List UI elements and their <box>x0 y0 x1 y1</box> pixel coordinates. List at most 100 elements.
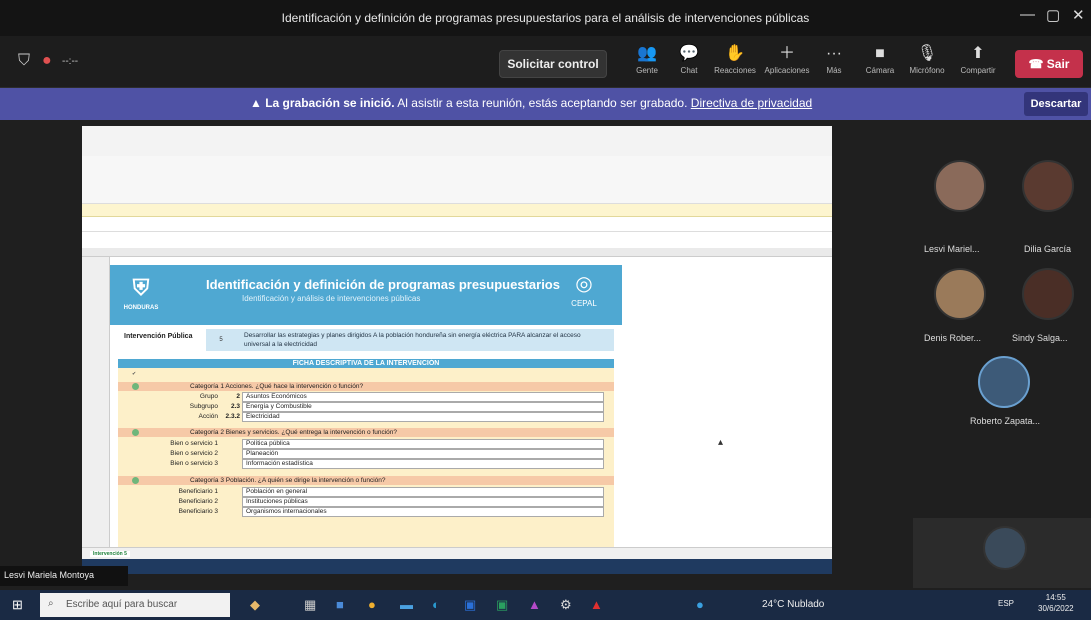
browser-icon[interactable]: ● <box>696 597 704 612</box>
request-control-button[interactable]: Solicitar control <box>499 50 607 78</box>
avatar[interactable] <box>934 268 986 320</box>
worksheet: ⛨ HONDURAS Identificación y definición d… <box>82 257 832 548</box>
recording-text: Al asistir a esta reunión, estás aceptan… <box>394 96 691 110</box>
avatar[interactable] <box>1022 160 1074 212</box>
shared-screen: ⛨ HONDURAS Identificación y definición d… <box>82 126 832 574</box>
leave-button[interactable]: ☎ Sair <box>1015 50 1083 78</box>
row-value[interactable]: Política pública <box>242 439 604 449</box>
intervention-row: Intervención Pública 5 Desarrollar las e… <box>118 329 614 351</box>
intervention-number[interactable]: 5 <box>206 329 236 351</box>
windows-start-icon[interactable]: ⊞ <box>12 597 23 613</box>
taskbar-search[interactable]: ⌕ Escribe aquí para buscar <box>40 593 230 617</box>
camera-label: Cámara <box>865 66 895 75</box>
recording-banner: ▲ La grabación se inició. Al asistir a e… <box>0 88 1091 120</box>
widget-icon[interactable]: ◆ <box>250 597 260 613</box>
privacy-link[interactable]: Directiva de privacidad <box>691 96 812 110</box>
category-dot-icon <box>132 383 139 390</box>
people-button[interactable]: 👥 Gente <box>630 44 664 75</box>
apps-label: Aplicaciones <box>764 66 810 75</box>
meeting-toolbar: ⛉ ● --:-- Solicitar control 👥 Gente 💬 Ch… <box>0 36 1091 88</box>
avatar[interactable] <box>978 356 1030 408</box>
intervention-text[interactable]: Desarrollar las estrategias y planes dir… <box>236 329 614 351</box>
edge-icon[interactable]: ◐ <box>432 597 440 612</box>
cat1-row: Acción 2.3.2 Electricidad <box>118 412 614 422</box>
warning-icon: ▲ <box>250 96 266 110</box>
share-label: Compartir <box>960 66 996 75</box>
camera-button[interactable]: ■ Cámara <box>864 44 896 75</box>
recording-message: ▲ La grabación se inició. Al asistir a e… <box>250 96 812 110</box>
row-value[interactable]: Electricidad <box>242 412 604 422</box>
reactions-icon: ✋ <box>725 45 745 62</box>
chrome-icon[interactable]: ● <box>368 597 376 612</box>
chat-button[interactable]: 💬 Chat <box>674 44 704 75</box>
row-value[interactable]: Información estadística <box>242 459 604 469</box>
excel-warning-bar <box>82 204 832 217</box>
coat-of-arms-icon: ⛨ <box>132 275 150 300</box>
chat-label: Chat <box>680 66 698 75</box>
row-label: Bien o servicio 2 <box>170 450 218 457</box>
share-button[interactable]: ⬆ Compartir <box>956 44 1000 75</box>
restore-icon[interactable]: ▢ <box>1046 6 1060 24</box>
minimize-icon[interactable]: — <box>1020 6 1035 23</box>
row-value[interactable]: Población en general <box>242 487 604 497</box>
acrobat-icon[interactable]: ▲ <box>590 597 603 612</box>
app-icon[interactable]: ▲ <box>528 597 541 612</box>
more-button[interactable]: ··· Más <box>822 44 846 75</box>
excel-icon[interactable]: ▣ <box>496 597 508 613</box>
excel-titlebar <box>82 126 832 142</box>
windows-taskbar: ⊞ ⌕ Escribe aquí para buscar ◆ ▦ ■ ● ▬ ◐… <box>0 590 1091 620</box>
recording-icon: ● <box>42 52 52 69</box>
word-icon[interactable]: ▣ <box>464 597 476 613</box>
participant-name: Roberto Zapata... <box>970 416 1041 426</box>
cat2-row: Bien o servicio 1 Política pública <box>118 439 614 449</box>
shield-icon: ⛉ <box>18 52 31 69</box>
close-icon[interactable]: ✕ <box>1072 6 1085 24</box>
reactions-label: Reacciones <box>714 66 756 75</box>
avatar[interactable] <box>934 160 986 212</box>
mic-icon: 🎙 <box>916 45 938 62</box>
explorer-icon[interactable]: ▬ <box>400 597 413 612</box>
language-indicator[interactable]: ESP <box>998 599 1014 608</box>
cepal-label: CEPAL <box>571 299 597 308</box>
participant-name: Lesvi Mariel... <box>924 244 980 254</box>
settings-icon[interactable]: ⚙ <box>560 597 572 613</box>
window-title: Identificación y definición de programas… <box>281 11 810 25</box>
leave-label: Sair <box>1046 57 1070 71</box>
teams-icon[interactable]: ■ <box>336 597 344 612</box>
row-label: Bien o servicio 1 <box>170 440 218 447</box>
clock[interactable]: 14:55 30/6/2022 <box>1038 592 1074 614</box>
row-value[interactable]: Asuntos Económicos <box>242 392 604 402</box>
fd-body: ✔ Categoría 1 Acciones. ¿Qué hace la int… <box>118 368 614 548</box>
fd-note: ✔ <box>132 371 137 377</box>
fd-header: FICHA DESCRIPTIVA DE LA INTERVENCIÓN <box>118 359 614 368</box>
participant-name: Dilia García <box>1024 244 1072 254</box>
row-value[interactable]: Instituciones públicas <box>242 497 604 507</box>
cat1-row: Subgrupo 2.3 Energía y Combustible <box>118 402 614 412</box>
taskview-icon[interactable]: ▦ <box>304 597 316 613</box>
tab-active-sheet[interactable]: Intervención 5 <box>90 551 130 557</box>
cursor-icon: ▴ <box>718 437 724 448</box>
formula-bar <box>82 218 832 232</box>
avatar[interactable] <box>1022 268 1074 320</box>
mic-button[interactable]: 🎙 Micrófono <box>904 44 950 75</box>
camera-icon: ■ <box>875 45 885 62</box>
apps-button[interactable]: ＋ Aplicaciones <box>762 44 812 75</box>
row-label: Bien o servicio 3 <box>170 460 218 467</box>
row-value[interactable]: Planeación <box>242 449 604 459</box>
row-label: Beneficiario 3 <box>178 508 218 515</box>
reactions-button[interactable]: ✋ Reacciones <box>712 44 758 75</box>
category-2: Categoría 2 Bienes y servicios. ¿Qué ent… <box>118 428 614 437</box>
cepal-logo: ◎ CEPAL <box>558 269 610 319</box>
dismiss-button[interactable]: Descartar <box>1024 92 1088 116</box>
row-num: 2.3.2 <box>225 413 240 420</box>
sheet-tabs: Intervención 5 <box>82 547 832 559</box>
chat-icon: 💬 <box>679 45 699 62</box>
weather-text[interactable]: 24°C Nublado <box>762 599 824 610</box>
shared-taskbar <box>82 559 832 574</box>
participant-name: Sindy Salga... <box>1012 333 1068 343</box>
avatar <box>983 526 1027 570</box>
row-value[interactable]: Energía y Combustible <box>242 402 604 412</box>
row-value[interactable]: Organismos internacionales <box>242 507 604 517</box>
self-video-tile <box>913 518 1091 588</box>
row-num: 2.3 <box>230 403 240 410</box>
